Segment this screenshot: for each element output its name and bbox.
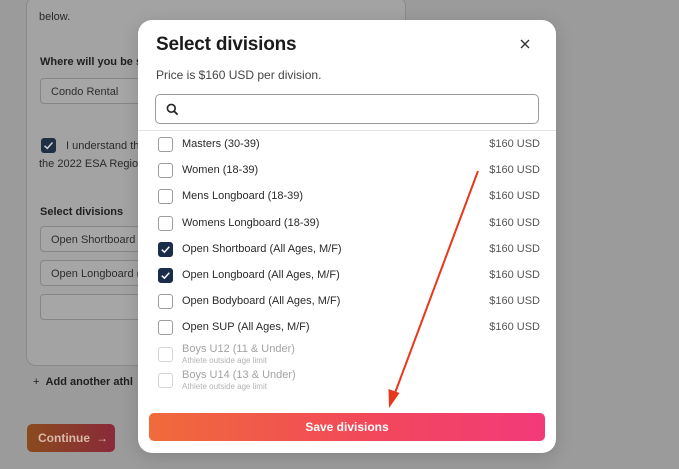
division-row[interactable]: Open SUP (All Ages, M/F) $160 USD xyxy=(138,315,556,341)
division-row[interactable]: Mens Longboard (18-39) $160 USD xyxy=(138,184,556,210)
division-checkbox xyxy=(158,346,173,362)
selected-division-1[interactable]: Open Shortboard (A xyxy=(40,226,150,252)
check-icon xyxy=(43,141,54,150)
division-checkbox[interactable] xyxy=(158,163,173,179)
select-divisions-label: Select divisions xyxy=(40,206,124,218)
division-note: Athlete outside age limit xyxy=(182,381,267,391)
division-price: $160 USD xyxy=(489,164,540,177)
division-row[interactable]: Open Bodyboard (All Ages, M/F) $160 USD xyxy=(138,289,556,315)
search-input[interactable] xyxy=(184,99,528,121)
division-checkbox[interactable] xyxy=(158,241,173,257)
division-row[interactable]: Open Longboard (All Ages, M/F) $160 USD xyxy=(138,263,556,289)
modal-title: Select divisions xyxy=(156,34,297,55)
division-price: $160 USD xyxy=(489,295,540,308)
division-label: Mens Longboard (18-39) xyxy=(182,190,304,203)
agree-text-line2: the 2022 ESA Regio xyxy=(39,158,139,170)
modal-subtitle: Price is $160 USD per division. xyxy=(156,68,322,82)
division-checkbox[interactable] xyxy=(158,294,173,310)
save-divisions-button[interactable]: Save divisions xyxy=(149,413,545,441)
division-row[interactable]: Masters (30-39) $160 USD xyxy=(138,132,556,158)
search-box xyxy=(155,94,539,124)
stay-select[interactable]: Condo Rental xyxy=(40,78,150,104)
division-label: Open Shortboard (All Ages, M/F) xyxy=(182,242,342,255)
division-list[interactable]: Masters (30-39) $160 USD Women (18-39) $160… xyxy=(138,131,556,413)
division-price: $160 USD xyxy=(489,269,540,281)
division-row[interactable]: Womens Longboard (18-39) $160 USD xyxy=(138,211,556,237)
check-icon xyxy=(161,272,170,280)
division-label: Open Longboard (All Ages, M/F) xyxy=(182,269,340,281)
division-price: $160 USD xyxy=(489,321,540,334)
division-label: Boys U12 (11 & Under) xyxy=(182,342,295,355)
division-price: $160 USD xyxy=(489,138,540,150)
select-divisions-modal: Select divisions Price is $160 USD per d… xyxy=(138,20,556,453)
division-price: $160 USD xyxy=(489,216,540,229)
division-label: Open Bodyboard (All Ages, M/F) xyxy=(182,295,341,308)
continue-label: Continue xyxy=(38,431,90,445)
division-price: $160 USD xyxy=(489,242,540,255)
close-icon[interactable] xyxy=(518,37,532,51)
division-checkbox[interactable] xyxy=(158,268,173,283)
division-row[interactable]: Open Shortboard (All Ages, M/F) $160 USD xyxy=(138,237,556,263)
division-label: Masters (30-39) xyxy=(182,138,260,150)
division-row: Boys U12 (11 & Under) Athlete outside age… xyxy=(138,342,556,368)
check-icon xyxy=(161,245,170,254)
division-checkbox[interactable] xyxy=(158,320,173,336)
agree-text: I understand th xyxy=(66,140,140,152)
division-row: Boys U14 (13 & Under) Athlete outside age… xyxy=(138,368,556,394)
division-row[interactable]: Women (18-39) $160 USD xyxy=(138,158,556,184)
division-label: Open SUP (All Ages, M/F) xyxy=(182,321,310,334)
plus-icon: + xyxy=(33,376,46,388)
selected-division-3[interactable] xyxy=(40,294,150,320)
division-label: Boys U14 (13 & Under) xyxy=(182,368,296,381)
selected-division-2[interactable]: Open Longboard (A xyxy=(40,260,150,286)
division-checkbox[interactable] xyxy=(158,137,173,152)
division-note: Athlete outside age limit xyxy=(182,355,267,365)
add-athlete-label: Add another athl xyxy=(45,376,133,388)
add-athlete-link[interactable]: + Add another athl xyxy=(33,376,133,388)
division-label: Women (18-39) xyxy=(182,164,259,177)
division-checkbox[interactable] xyxy=(158,215,173,231)
division-label: Womens Longboard (18-39) xyxy=(182,216,320,229)
search-icon xyxy=(166,103,179,116)
division-checkbox[interactable] xyxy=(158,189,173,205)
continue-button[interactable]: Continue → xyxy=(27,424,115,452)
arrow-right-icon: → xyxy=(96,431,108,445)
instructions-text: below. xyxy=(39,11,71,23)
division-price: $160 USD xyxy=(489,190,540,203)
agree-checkbox[interactable] xyxy=(41,138,56,153)
division-checkbox xyxy=(158,372,173,388)
stay-label: Where will you be st xyxy=(40,56,146,68)
